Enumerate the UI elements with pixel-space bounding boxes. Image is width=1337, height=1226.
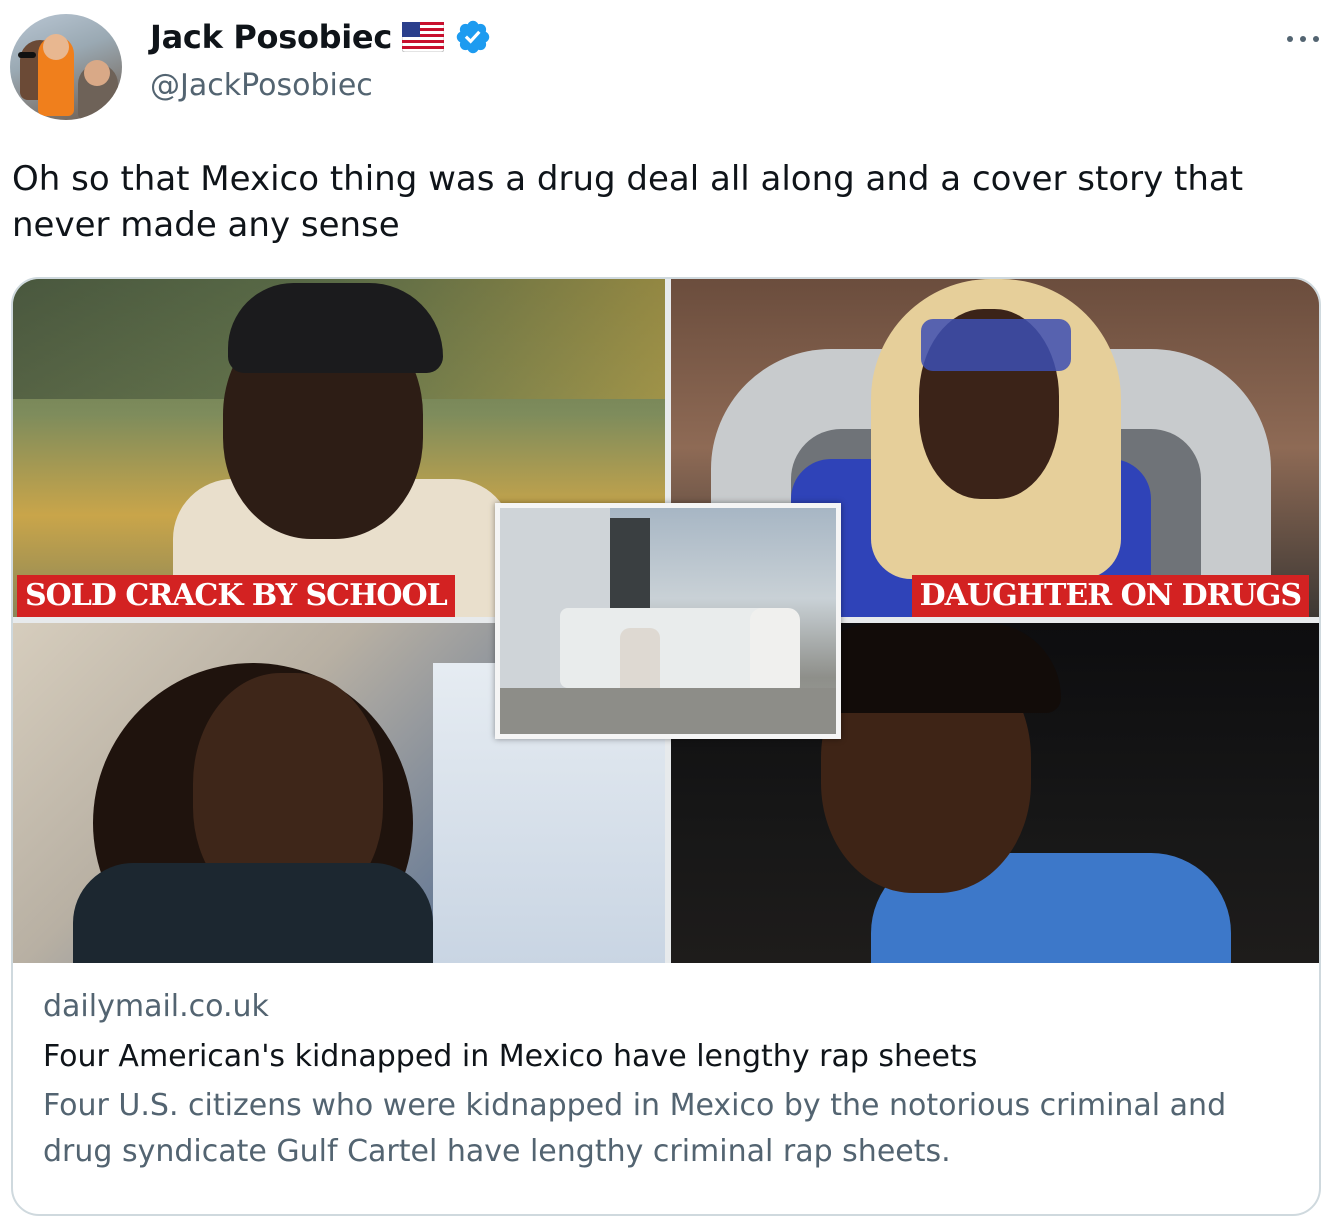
link-card-title: Four American's kidnapped in Mexico have…	[43, 1039, 978, 1074]
link-card-description: Four U.S. citizens who were kidnapped in…	[43, 1088, 1227, 1169]
author-handle[interactable]: @JackPosobiec	[150, 68, 373, 103]
banner-daughter-on-drugs: DAUGHTER ON DRUGS	[911, 575, 1309, 617]
photo-street-scene	[495, 503, 841, 739]
author-display-name[interactable]: Jack Posobiec	[150, 18, 392, 56]
verified-badge-icon[interactable]	[454, 18, 492, 56]
us-flag-icon	[402, 22, 445, 52]
link-card[interactable]: SOLD CRACK BY SCHOOL DAUGHTER ON DRUGS d…	[11, 277, 1321, 1216]
avatar[interactable]	[10, 14, 122, 120]
tweet-header: Jack Posobiec @JackPosobiec	[10, 14, 1327, 122]
author-name-row: Jack Posobiec	[150, 18, 492, 56]
more-horizontal-icon[interactable]	[1283, 24, 1323, 54]
link-card-meta[interactable]: dailymail.co.uk Four American's kidnappe…	[43, 985, 1303, 1175]
banner-sold-crack: SOLD CRACK BY SCHOOL	[17, 575, 455, 617]
link-card-image[interactable]: SOLD CRACK BY SCHOOL DAUGHTER ON DRUGS	[13, 279, 1319, 963]
link-card-domain: dailymail.co.uk	[43, 989, 269, 1024]
tweet-text: Oh so that Mexico thing was a drug deal …	[12, 159, 1244, 245]
